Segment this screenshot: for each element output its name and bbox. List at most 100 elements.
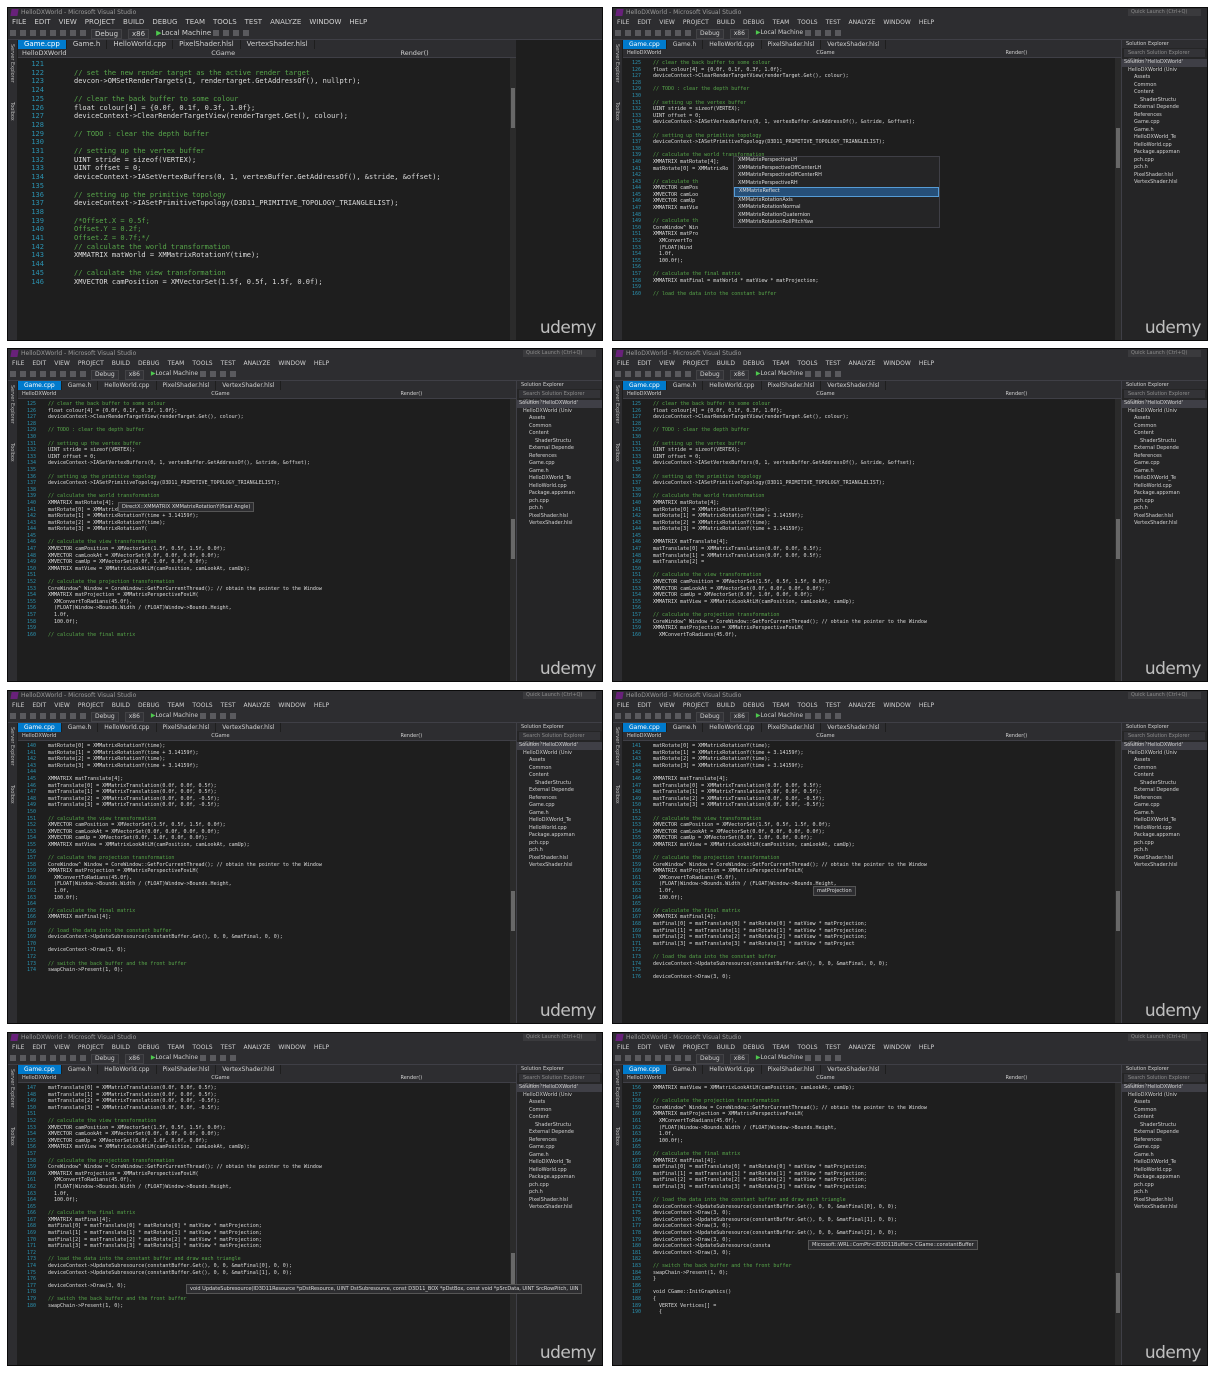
- menu-item-build[interactable]: BUILD: [123, 18, 144, 26]
- menu-item-debug[interactable]: DEBUG: [152, 18, 177, 26]
- menu-item-test[interactable]: TEST: [826, 360, 841, 367]
- solution-tree-item[interactable]: Game.cpp: [1122, 1144, 1207, 1152]
- platform-dropdown[interactable]: x86: [729, 370, 749, 380]
- menu-item-test[interactable]: TEST: [221, 360, 236, 367]
- new-project-icon[interactable]: [30, 371, 36, 377]
- new-project-icon[interactable]: [30, 713, 36, 719]
- menu-item-file[interactable]: FILE: [12, 360, 24, 367]
- menu-item-view[interactable]: VIEW: [59, 18, 77, 26]
- side-tab-server-explorer[interactable]: Server Explorer: [614, 727, 620, 766]
- solution-tree-item[interactable]: Assets: [1122, 757, 1207, 765]
- solution-tree-item[interactable]: pch.cpp: [1122, 498, 1207, 506]
- solution-tree-item[interactable]: References: [1122, 453, 1207, 461]
- vertical-scrollbar[interactable]: [510, 58, 516, 340]
- project-nav-dropdown[interactable]: HelloDXWorld: [18, 732, 211, 740]
- tab-pixelshader-hlsl[interactable]: PixelShader.hlsl: [157, 381, 217, 390]
- solution-tree-item[interactable]: HelloWorld.cpp: [517, 483, 602, 491]
- undo-icon[interactable]: [675, 371, 681, 377]
- side-tab-toolbox[interactable]: Toolbox: [9, 785, 15, 804]
- menu-item-window[interactable]: WINDOW: [278, 702, 305, 709]
- run-target-label[interactable]: Local Machine: [156, 370, 199, 377]
- open-file-icon[interactable]: [645, 371, 651, 377]
- solution-tree-item[interactable]: Game.h: [1122, 1152, 1207, 1160]
- solution-tree-item[interactable]: Common: [1122, 1107, 1207, 1115]
- scrollbar-thumb[interactable]: [511, 519, 515, 559]
- solution-tree-item[interactable]: ShaderStructu: [517, 1122, 602, 1130]
- menu-item-help[interactable]: HELP: [919, 702, 934, 709]
- bookmark-icon[interactable]: [210, 713, 217, 719]
- solution-tree-item[interactable]: External Depende: [517, 445, 602, 453]
- solution-tree-item[interactable]: VertexShader.hlsl: [517, 520, 602, 528]
- menu-item-team[interactable]: TEAM: [185, 18, 205, 26]
- tab-game-cpp[interactable]: Game.cpp: [623, 723, 667, 732]
- tab-game-cpp[interactable]: Game.cpp: [18, 40, 67, 49]
- solution-tree-item[interactable]: Game.cpp: [1122, 802, 1207, 810]
- redo-icon[interactable]: [685, 713, 691, 719]
- menu-item-view[interactable]: VIEW: [659, 19, 675, 26]
- side-tab-server-explorer[interactable]: Server Explorer: [9, 385, 15, 424]
- code-text[interactable]: XMMATRIX matView = XMMatrixLookAtLH(camP…: [653, 1085, 1115, 1365]
- attach-icon[interactable]: [200, 1055, 207, 1061]
- menu-item-analyze[interactable]: ANALYZE: [849, 360, 876, 367]
- platform-dropdown[interactable]: x86: [124, 1054, 144, 1064]
- solution-tree-item[interactable]: Solution 'HelloDXWorld': [1122, 742, 1207, 750]
- solution-search-input[interactable]: Search Solution Explorer (Ctrl+;): [519, 390, 600, 405]
- menu-item-analyze[interactable]: ANALYZE: [849, 19, 876, 26]
- redo-icon[interactable]: [685, 371, 691, 377]
- solution-tree-item[interactable]: pch.cpp: [517, 1182, 602, 1190]
- solution-tree-item[interactable]: Game.h: [517, 810, 602, 818]
- solution-tree-item[interactable]: Common: [1122, 765, 1207, 773]
- menu-item-analyze[interactable]: ANALYZE: [270, 18, 301, 26]
- solution-tree-item[interactable]: External Depende: [1122, 787, 1207, 795]
- tab-game-cpp[interactable]: Game.cpp: [623, 40, 667, 49]
- menu-item-window[interactable]: WINDOW: [883, 19, 910, 26]
- solution-tree-item[interactable]: PixelShader.hlsl: [1122, 513, 1207, 521]
- forward-icon[interactable]: [20, 1055, 26, 1061]
- tab-game-cpp[interactable]: Game.cpp: [18, 1065, 62, 1074]
- project-nav-dropdown[interactable]: HelloDXWorld: [623, 1074, 816, 1082]
- run-target-label[interactable]: Local Machine: [156, 712, 199, 719]
- project-nav-dropdown[interactable]: HelloDXWorld: [18, 390, 211, 398]
- solution-tree-item[interactable]: References: [517, 1137, 602, 1145]
- solution-tree-item[interactable]: HelloWorld.cpp: [517, 825, 602, 833]
- solution-tree-item[interactable]: Solution 'HelloDXWorld': [517, 1084, 602, 1092]
- menu-item-edit[interactable]: EDIT: [637, 19, 651, 26]
- member-nav-dropdown[interactable]: Render(): [1005, 1074, 1027, 1082]
- bookmark-icon[interactable]: [210, 1055, 217, 1061]
- tab-game-h[interactable]: Game.h: [62, 723, 99, 732]
- menu-item-help[interactable]: HELP: [919, 360, 934, 367]
- menu-item-analyze[interactable]: ANALYZE: [244, 360, 271, 367]
- tab-game-h[interactable]: Game.h: [67, 40, 108, 49]
- uncomment-icon[interactable]: [835, 371, 842, 377]
- save-icon[interactable]: [655, 713, 661, 719]
- menu-item-analyze[interactable]: ANALYZE: [849, 702, 876, 709]
- solution-tree-item[interactable]: pch.h: [517, 505, 602, 513]
- menu-item-project[interactable]: PROJECT: [78, 702, 104, 709]
- solution-tree-item[interactable]: ShaderStructu: [517, 438, 602, 446]
- menu-item-edit[interactable]: EDIT: [32, 1044, 46, 1051]
- configuration-dropdown[interactable]: Debug: [91, 1054, 119, 1064]
- menu-item-project[interactable]: PROJECT: [683, 360, 709, 367]
- quick-launch-input[interactable]: Quick Launch (Ctrl+Q): [1128, 350, 1201, 357]
- completion-item[interactable]: XMMatrixRotationRollPitchYaw: [734, 219, 939, 227]
- back-icon[interactable]: [10, 1055, 16, 1061]
- solution-tree-item[interactable]: Package.appxman: [1122, 1174, 1207, 1182]
- code-text[interactable]: // clear the back buffer to some colour f…: [48, 401, 510, 681]
- project-nav-dropdown[interactable]: HelloDXWorld: [18, 49, 211, 57]
- solution-tree-item[interactable]: Common: [1122, 82, 1207, 90]
- solution-tree-item[interactable]: ShaderStructu: [1122, 1122, 1207, 1130]
- menu-item-debug[interactable]: DEBUG: [138, 1044, 160, 1051]
- menu-item-view[interactable]: VIEW: [54, 1044, 70, 1051]
- side-tab-server-explorer[interactable]: Server Explorer: [614, 385, 620, 424]
- menu-item-analyze[interactable]: ANALYZE: [244, 1044, 271, 1051]
- redo-icon[interactable]: [80, 1055, 86, 1061]
- redo-icon[interactable]: [80, 371, 86, 377]
- back-icon[interactable]: [615, 30, 621, 36]
- quick-launch-input[interactable]: Quick Launch (Ctrl+Q): [1128, 1034, 1201, 1041]
- project-nav-dropdown[interactable]: HelloDXWorld: [18, 1074, 211, 1082]
- quick-launch-input[interactable]: Quick Launch (Ctrl+Q): [1128, 692, 1201, 699]
- class-nav-dropdown[interactable]: CGame: [211, 1074, 400, 1082]
- code-editor[interactable]: 125 126 127 128 129 130 131 132 133 134 135 136 137 1…: [18, 399, 516, 681]
- menu-item-view[interactable]: VIEW: [54, 702, 70, 709]
- solution-tree-item[interactable]: VertexShader.hlsl: [1122, 1204, 1207, 1212]
